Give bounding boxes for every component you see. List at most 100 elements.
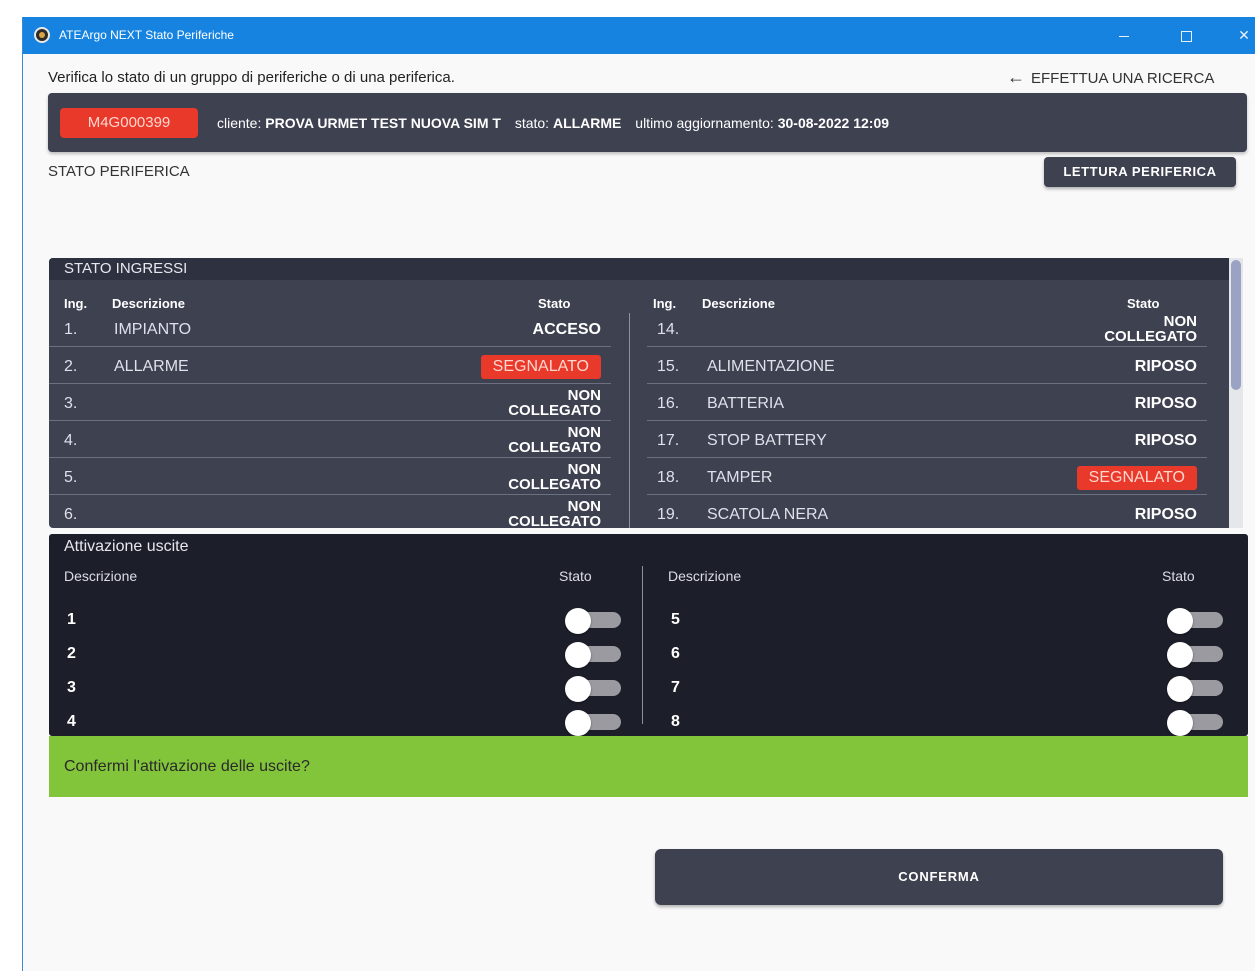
input-row: 4. NON COLLEGATO [49, 422, 611, 458]
out-col-head-state-right: Stato [1162, 568, 1195, 584]
toggle-knob [1167, 710, 1193, 736]
inputs-panel: STATO INGRESSI Ing. Descrizione Stato In… [49, 258, 1236, 528]
output-toggle[interactable] [1167, 676, 1225, 702]
output-toggle[interactable] [565, 642, 623, 668]
output-toggle[interactable] [565, 608, 623, 634]
input-description: ALIMENTAZIONE [707, 358, 835, 375]
out-col-head-state-left: Stato [559, 568, 592, 584]
close-button[interactable]: ✕ [1229, 23, 1255, 47]
output-row: 4 [67, 707, 627, 737]
out-col-head-desc-right: Descrizione [668, 568, 742, 584]
toggle-knob [565, 642, 591, 668]
output-row: 1 [67, 605, 627, 635]
output-label: 1 [67, 611, 76, 628]
input-number: 14. [657, 321, 680, 338]
read-device-button[interactable]: LETTURA PERIFERICA [1044, 157, 1236, 187]
input-row: 5. NON COLLEGATO [49, 459, 611, 495]
inputs-column-divider [629, 313, 630, 528]
toggle-knob [565, 710, 591, 736]
output-label: 8 [671, 713, 680, 730]
input-number: 1. [64, 321, 78, 338]
input-state-alarm-badge: SEGNALATO [480, 355, 601, 379]
inputs-panel-title: STATO INGRESSI [49, 258, 1236, 280]
output-label: 4 [67, 713, 76, 730]
update-value: 30-08-2022 12:09 [777, 115, 890, 131]
outputs-panel: Attivazione uscite Descrizione Stato Des… [49, 534, 1248, 736]
input-number: 4. [64, 432, 78, 449]
toggle-knob [565, 608, 591, 634]
arrow-left-icon: ← [1007, 67, 1025, 87]
window-title: ATEArgo NEXT Stato Periferiche [59, 28, 234, 42]
output-toggle[interactable] [565, 676, 623, 702]
input-number: 5. [64, 469, 78, 486]
cliente-label: cliente: [217, 115, 262, 131]
output-row: 3 [67, 673, 627, 703]
device-info-text: cliente: PROVA URMET TEST NUOVA SIM T st… [217, 115, 889, 131]
input-row: 6. NON COLLEGATO [49, 496, 611, 528]
input-row: 3. NON COLLEGATO [49, 385, 611, 421]
inputs-scrollbar-thumb[interactable] [1231, 260, 1241, 390]
input-row: 2. ALLARME SEGNALATO [49, 348, 611, 384]
outputs-column-divider [642, 566, 643, 724]
input-state-line2: COLLEGATO [508, 476, 601, 493]
output-toggle[interactable] [1167, 608, 1225, 634]
input-description: SCATOLA NERA [707, 506, 829, 523]
input-state-line2: COLLEGATO [508, 439, 601, 456]
input-description: ALLARME [114, 358, 189, 375]
input-state: RIPOSO [1134, 432, 1197, 449]
device-info-bar: M4G000399 cliente: PROVA URMET TEST NUOV… [48, 93, 1247, 152]
input-state: RIPOSO [1134, 358, 1197, 375]
input-state: NON COLLEGATO [508, 462, 601, 492]
stato-value: ALLARME [552, 115, 622, 131]
input-number: 15. [657, 358, 680, 375]
page-subtitle: Verifica lo stato di un gruppo di perife… [48, 69, 455, 86]
output-toggle[interactable] [1167, 710, 1225, 736]
confirm-button[interactable]: CONFERMA [655, 849, 1223, 905]
input-state: NON COLLEGATO [508, 499, 601, 528]
input-row: 15. ALIMENTAZIONE RIPOSO [647, 348, 1207, 384]
back-to-search-link[interactable]: ← EFFETTUA UNA RICERCA [1007, 67, 1214, 88]
col-head-ing-left: Ing. [64, 296, 88, 311]
input-state-line2: COLLEGATO [1104, 328, 1197, 345]
close-icon: ✕ [1238, 27, 1250, 43]
title-bar[interactable]: ATEArgo NEXT Stato Periferiche ✕ [23, 17, 1255, 54]
input-number: 18. [657, 469, 680, 486]
confirm-question-banner: Confermi l'attivazione delle uscite? [49, 736, 1248, 797]
input-state: NON COLLEGATO [1104, 314, 1197, 344]
toggle-knob [1167, 642, 1193, 668]
input-state: RIPOSO [1134, 395, 1197, 412]
input-row: 1. IMPIANTO ACCESO [49, 311, 611, 347]
output-label: 3 [67, 679, 76, 696]
input-number: 16. [657, 395, 680, 412]
input-state-line2: COLLEGATO [508, 513, 601, 528]
output-row: 5 [671, 605, 1231, 635]
input-description: IMPIANTO [114, 321, 192, 338]
input-row: 17. STOP BATTERY RIPOSO [647, 422, 1207, 458]
input-row: 18. TAMPER SEGNALATO [647, 459, 1207, 495]
output-row: 7 [671, 673, 1231, 703]
col-head-state-left: Stato [538, 296, 571, 311]
output-label: 7 [671, 679, 680, 696]
col-head-state-right: Stato [1127, 296, 1160, 311]
input-number: 2. [64, 358, 78, 375]
output-label: 2 [67, 645, 76, 662]
output-toggle[interactable] [1167, 642, 1225, 668]
minimize-button[interactable] [1109, 23, 1139, 47]
app-window: ATEArgo NEXT Stato Periferiche ✕ Verific… [22, 17, 1255, 971]
input-description: TAMPER [707, 469, 773, 486]
update-label: ultimo aggiornamento: [635, 115, 774, 131]
output-row: 6 [671, 639, 1231, 669]
input-description: BATTERIA [707, 395, 785, 412]
cliente-value: PROVA URMET TEST NUOVA SIM T [265, 115, 501, 131]
outputs-panel-title: Attivazione uscite [64, 538, 189, 555]
output-label: 6 [671, 645, 680, 662]
stato-label: stato: [514, 115, 550, 131]
input-description: STOP BATTERY [707, 432, 827, 449]
input-row: 19. SCATOLA NERA RIPOSO [647, 496, 1207, 528]
maximize-button[interactable] [1171, 23, 1201, 47]
input-state: NON COLLEGATO [508, 388, 601, 418]
input-row: 16. BATTERIA RIPOSO [647, 385, 1207, 421]
output-row: 2 [67, 639, 627, 669]
output-toggle[interactable] [565, 710, 623, 736]
input-state-alarm-badge: SEGNALATO [1076, 466, 1197, 490]
